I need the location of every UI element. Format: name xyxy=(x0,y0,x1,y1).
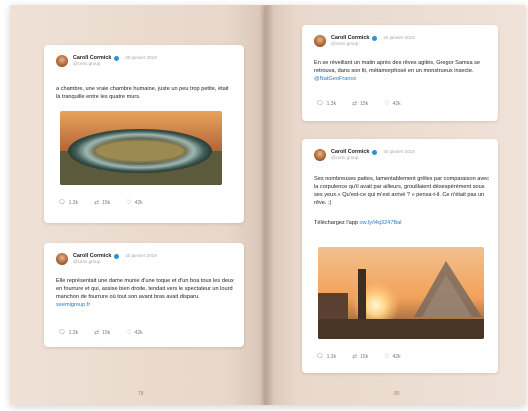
tweet-actions: 🗨 1.3k ⇄ 15k ♡ 42k xyxy=(316,100,401,108)
author-handle: @cemi.group xyxy=(331,155,359,161)
verified-icon xyxy=(372,149,378,155)
stadium-photo xyxy=(60,111,222,185)
louvre-photo xyxy=(318,247,484,339)
heart-icon: ♡ xyxy=(384,354,390,360)
tweet-header: Caroll Cormick 20 janvier 2019 @cemi.gro… xyxy=(56,253,157,265)
verified-icon xyxy=(114,253,120,259)
retweet-icon: ⇄ xyxy=(352,101,358,107)
heart-icon: ♡ xyxy=(384,101,390,107)
speech-bubble-icon: 🗨 xyxy=(58,330,66,336)
tweet-header: Caroll Cormick 20 janvier 2019 @cemi.gro… xyxy=(56,55,157,67)
avatar xyxy=(56,55,68,67)
author-handle: @cemi.group xyxy=(73,259,101,265)
tweet-actions: 🗨 1.3k ⇄ 15k ♡ 42k xyxy=(58,329,143,337)
speech-bubble-icon: 🗨 xyxy=(58,200,66,206)
tweet-card-4: Caroll Cormick 20 janvier 2019 @cemi.gro… xyxy=(302,139,498,373)
page-number-left: 78 xyxy=(138,391,144,397)
tweet-date: 20 janvier 2019 xyxy=(383,149,415,155)
retweet-icon: ⇄ xyxy=(352,354,358,360)
avatar xyxy=(314,149,326,161)
reply-button[interactable]: 🗨 1.3k xyxy=(316,353,336,361)
tweet-link[interactable]: @NatGeoFrance xyxy=(314,76,356,82)
tweet-text-app: Téléchargez l'app ow.ly/l4q3247Bal xyxy=(314,220,402,226)
tweet-text: a chambre, une vraie chambre humaine, ju… xyxy=(56,86,229,101)
open-book: Caroll Cormick 20 janvier 2019 @cemi.gro… xyxy=(10,5,526,405)
speech-bubble-icon: 🗨 xyxy=(316,101,324,107)
reply-button[interactable]: 🗨 1.3k xyxy=(316,100,336,108)
left-page: Caroll Cormick 20 janvier 2019 @cemi.gro… xyxy=(10,5,266,405)
tweet-actions: 🗨 1.3k ⇄ 15k ♡ 42k xyxy=(58,199,143,207)
tweet-link[interactable]: seemigroup.fr xyxy=(56,302,90,308)
author-handle: @cemi.group xyxy=(331,41,359,47)
retweet-button[interactable]: ⇄ 15k xyxy=(94,329,110,337)
tweet-text: Ses nombreuses pattes, lamentablement gr… xyxy=(314,176,490,207)
avatar xyxy=(56,253,68,265)
tweet-date: 20 janvier 2019 xyxy=(125,55,157,61)
tweet-header: Caroll Cormick 20 janvier 2019 @cemi.gro… xyxy=(314,149,415,161)
heart-icon: ♡ xyxy=(126,200,132,206)
like-button[interactable]: ♡ 42k xyxy=(384,100,400,108)
tweet-actions: 🗨 1.3k ⇄ 15k ♡ 42k xyxy=(316,353,401,361)
retweet-button[interactable]: ⇄ 15k xyxy=(94,199,110,207)
tweet-header: Caroll Cormick 20 janvier 2019 @cemi.gro… xyxy=(314,35,415,47)
like-button[interactable]: ♡ 42k xyxy=(126,199,142,207)
tweet-card-3: Caroll Cormick 20 janvier 2019 @cemi.gro… xyxy=(302,25,498,121)
tweet-date: 20 janvier 2019 xyxy=(125,253,157,259)
like-button[interactable]: ♡ 42k xyxy=(384,353,400,361)
tweet-link[interactable]: ow.ly/l4q3247Bal xyxy=(360,220,402,226)
avatar xyxy=(314,35,326,47)
reply-button[interactable]: 🗨 1.3k xyxy=(58,199,78,207)
reply-button[interactable]: 🗨 1.3k xyxy=(58,329,78,337)
book-photo: Caroll Cormick 20 janvier 2019 @cemi.gro… xyxy=(0,0,528,411)
retweet-button[interactable]: ⇄ 15k xyxy=(352,100,368,108)
book-gutter xyxy=(260,5,274,405)
right-page: Caroll Cormick 20 janvier 2019 @cemi.gro… xyxy=(266,5,526,405)
tweet-text: Elle représentait une dame munie d'une t… xyxy=(56,278,234,309)
heart-icon: ♡ xyxy=(126,330,132,336)
tweet-date: 20 janvier 2019 xyxy=(383,35,415,41)
retweet-icon: ⇄ xyxy=(94,200,100,206)
retweet-button[interactable]: ⇄ 15k xyxy=(352,353,368,361)
verified-icon xyxy=(372,35,378,41)
retweet-icon: ⇄ xyxy=(94,330,100,336)
speech-bubble-icon: 🗨 xyxy=(316,354,324,360)
like-button[interactable]: ♡ 42k xyxy=(126,329,142,337)
verified-icon xyxy=(114,55,120,61)
author-handle: @cemi.group xyxy=(73,61,101,67)
tweet-card-2: Caroll Cormick 20 janvier 2019 @cemi.gro… xyxy=(44,243,244,347)
page-number-right: 80 xyxy=(394,391,400,397)
tweet-card-1: Caroll Cormick 20 janvier 2019 @cemi.gro… xyxy=(44,45,244,223)
tweet-text: En se réveillant un matin après des rêve… xyxy=(314,60,481,83)
